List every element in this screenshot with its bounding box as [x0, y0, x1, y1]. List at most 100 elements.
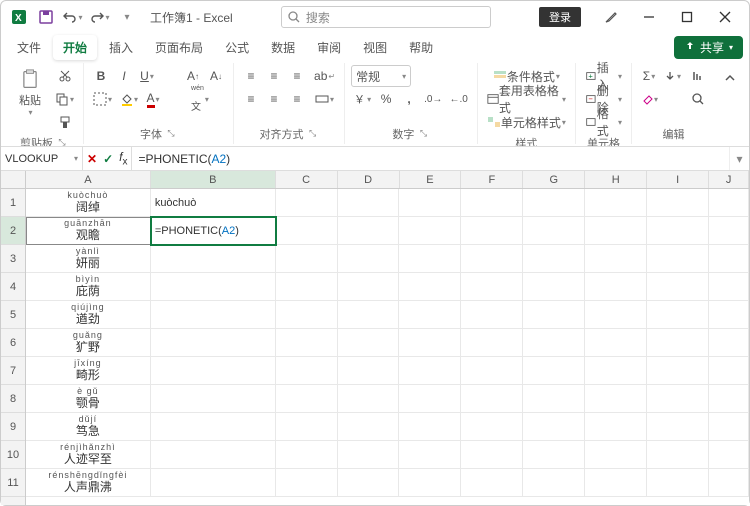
increase-decimal-button[interactable]: .0→ — [421, 88, 445, 110]
cell-I5[interactable] — [647, 301, 709, 329]
font-size-down-button[interactable]: A↓ — [205, 65, 227, 87]
cell-I11[interactable] — [647, 469, 709, 497]
cell-A9[interactable]: dǔjí笃急 — [26, 413, 151, 441]
excel-icon[interactable]: X — [7, 5, 31, 29]
cell-E3[interactable] — [399, 245, 461, 273]
align-middle-button[interactable]: ≡ — [263, 65, 285, 87]
cells-area[interactable]: kuòchuò阔绰kuòchuòguānzhān观瞻=PHONETIC(A2)y… — [26, 189, 749, 505]
minimize-button[interactable] — [631, 3, 667, 31]
cell-G10[interactable] — [523, 441, 585, 469]
row-header-9[interactable]: 9 — [1, 413, 25, 441]
cell-H2[interactable] — [585, 217, 647, 245]
cell-J9[interactable] — [709, 413, 749, 441]
cell-D8[interactable] — [338, 385, 400, 413]
cell-F5[interactable] — [461, 301, 523, 329]
enter-formula-button[interactable]: ✓ — [103, 152, 113, 166]
maximize-button[interactable] — [669, 3, 705, 31]
cell-E8[interactable] — [399, 385, 461, 413]
col-header-J[interactable]: J — [709, 171, 749, 188]
cell-A2[interactable]: guānzhān观瞻 — [26, 217, 151, 245]
row-header-4[interactable]: 4 — [1, 273, 25, 301]
col-header-A[interactable]: A — [26, 171, 151, 188]
row-header-10[interactable]: 10 — [1, 441, 25, 469]
cell-B2[interactable]: =PHONETIC(A2) — [151, 217, 276, 245]
cell-H6[interactable] — [585, 329, 647, 357]
cell-G5[interactable] — [523, 301, 585, 329]
search-input[interactable]: 搜索 — [281, 6, 491, 28]
cell-J4[interactable] — [709, 273, 749, 301]
save-icon[interactable] — [34, 5, 58, 29]
cell-H3[interactable] — [585, 245, 647, 273]
row-header-2[interactable]: 2 — [1, 217, 25, 245]
tab-review[interactable]: 审阅 — [307, 35, 351, 60]
cell-E2[interactable] — [399, 217, 461, 245]
cell-I4[interactable] — [647, 273, 709, 301]
formula-input[interactable]: =PHONETIC(A2) — [132, 147, 729, 170]
cell-J2[interactable] — [709, 217, 749, 245]
fill-button[interactable]: ▾ — [661, 65, 684, 87]
cell-I3[interactable] — [647, 245, 709, 273]
alignment-launcher[interactable]: ⤡ — [307, 128, 319, 140]
align-right-button[interactable]: ≡ — [286, 88, 308, 110]
underline-button[interactable]: U▾ — [136, 65, 158, 87]
decrease-decimal-button[interactable]: ←.0 — [446, 88, 470, 110]
cell-H5[interactable] — [585, 301, 647, 329]
cell-D2[interactable] — [338, 217, 400, 245]
cut-button[interactable] — [52, 65, 77, 87]
cell-E7[interactable] — [399, 357, 461, 385]
cell-I9[interactable] — [647, 413, 709, 441]
cell-H4[interactable] — [585, 273, 647, 301]
cell-B10[interactable] — [151, 441, 276, 469]
wrap-text-button[interactable]: ab↵ — [311, 65, 338, 87]
cell-H8[interactable] — [585, 385, 647, 413]
cell-J1[interactable] — [709, 189, 749, 217]
cell-A8[interactable]: è gǔ颚骨 — [26, 385, 151, 413]
cell-B9[interactable] — [151, 413, 276, 441]
cell-C1[interactable] — [276, 189, 338, 217]
number-launcher[interactable]: ⤡ — [417, 128, 429, 140]
cell-C6[interactable] — [276, 329, 338, 357]
cell-F2[interactable] — [461, 217, 523, 245]
cell-E9[interactable] — [399, 413, 461, 441]
cell-I10[interactable] — [647, 441, 709, 469]
cell-C11[interactable] — [276, 469, 338, 497]
align-top-button[interactable]: ≡ — [240, 65, 262, 87]
cell-F6[interactable] — [461, 329, 523, 357]
cell-I1[interactable] — [647, 189, 709, 217]
cell-E1[interactable] — [399, 189, 461, 217]
cell-D10[interactable] — [338, 441, 400, 469]
row-header-1[interactable]: 1 — [1, 189, 25, 217]
cell-D5[interactable] — [338, 301, 400, 329]
cell-D4[interactable] — [338, 273, 400, 301]
cell-G6[interactable] — [523, 329, 585, 357]
cell-C8[interactable] — [276, 385, 338, 413]
col-header-H[interactable]: H — [585, 171, 647, 188]
name-box[interactable]: VLOOKUP ▾ — [1, 147, 83, 170]
col-header-E[interactable]: E — [400, 171, 462, 188]
cell-A3[interactable]: yànlì妍丽 — [26, 245, 151, 273]
col-header-F[interactable]: F — [461, 171, 523, 188]
cell-F1[interactable] — [461, 189, 523, 217]
col-header-B[interactable]: B — [151, 171, 276, 188]
select-all-corner[interactable] — [1, 171, 26, 189]
format-cells-button[interactable]: 格式 ▾ — [582, 111, 625, 133]
border-button[interactable]: ▾ — [90, 88, 115, 110]
row-header-7[interactable]: 7 — [1, 357, 25, 385]
cell-I7[interactable] — [647, 357, 709, 385]
table-format-button[interactable]: 套用表格格式▾ — [484, 88, 569, 110]
cell-E6[interactable] — [399, 329, 461, 357]
cell-G7[interactable] — [523, 357, 585, 385]
row-header-8[interactable]: 8 — [1, 385, 25, 413]
tab-view[interactable]: 视图 — [353, 35, 397, 60]
qat-customize-icon[interactable]: ▾ — [115, 5, 139, 29]
login-button[interactable]: 登录 — [539, 7, 581, 27]
cell-B6[interactable] — [151, 329, 276, 357]
row-header-5[interactable]: 5 — [1, 301, 25, 329]
sort-filter-button[interactable] — [687, 65, 709, 87]
cell-E11[interactable] — [399, 469, 461, 497]
cell-G3[interactable] — [523, 245, 585, 273]
clear-button[interactable]: ▾ — [638, 88, 661, 110]
cell-E4[interactable] — [399, 273, 461, 301]
tab-insert[interactable]: 插入 — [99, 35, 143, 60]
col-header-C[interactable]: C — [276, 171, 338, 188]
